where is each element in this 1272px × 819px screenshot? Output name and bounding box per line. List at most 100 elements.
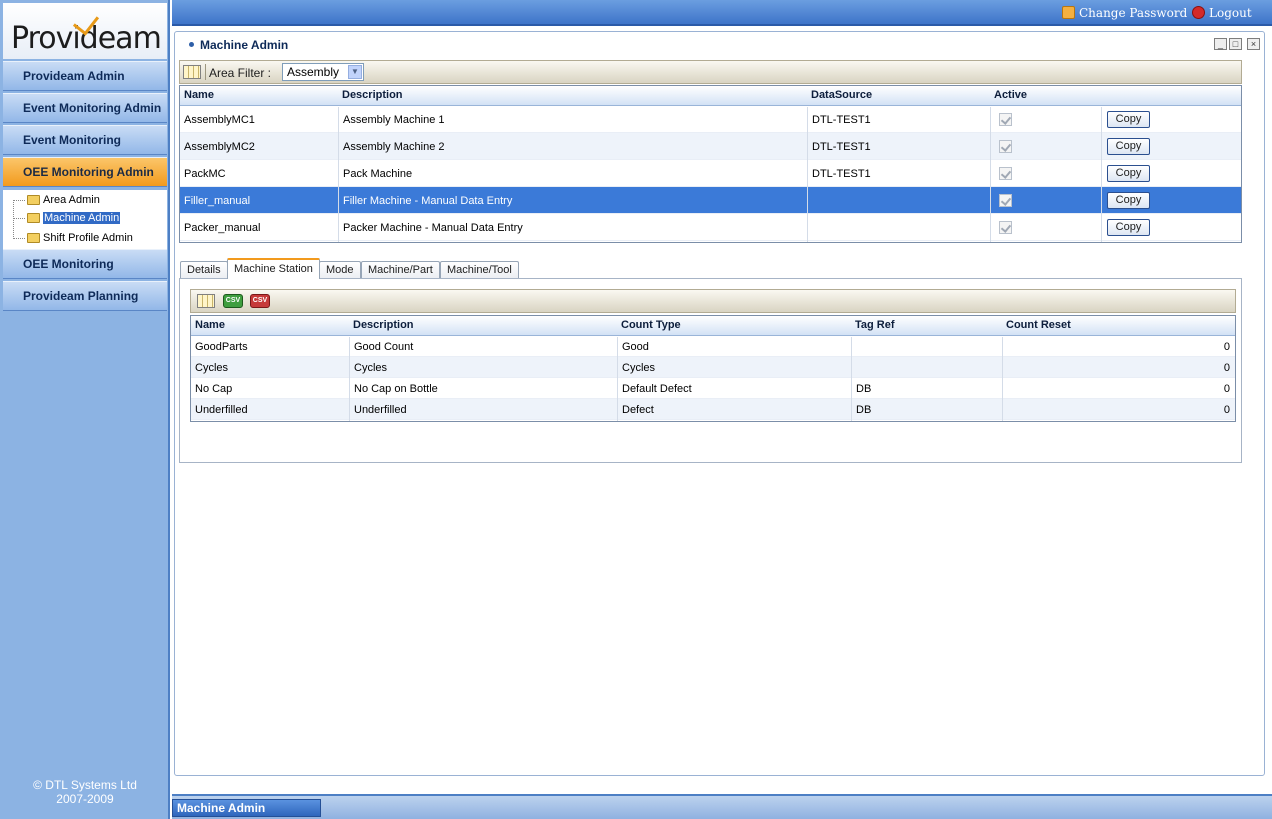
- copyright-line2: 2007-2009: [56, 792, 114, 806]
- power-icon: [1192, 6, 1205, 19]
- machine-description: Assembly Machine 2: [343, 141, 445, 153]
- close-button[interactable]: ×: [1247, 38, 1260, 50]
- tab-machine-station[interactable]: Machine Station: [227, 258, 320, 279]
- copy-button[interactable]: Copy: [1107, 165, 1150, 182]
- taskbar: Machine Admin: [172, 794, 1272, 819]
- tree-item-area-admin[interactable]: Area Admin: [13, 191, 100, 209]
- table-row[interactable]: No Cap No Cap on Bottle Default Defect D…: [191, 378, 1235, 399]
- station-tag-ref: DB: [856, 404, 872, 416]
- folder-icon: [27, 233, 40, 243]
- nav-event-monitoring[interactable]: Event Monitoring: [3, 125, 167, 155]
- col-name[interactable]: Name: [184, 89, 214, 101]
- station-count-type: Cycles: [622, 362, 656, 374]
- machine-datasource: DTL-TEST1: [812, 114, 871, 126]
- tab-machine-tool[interactable]: Machine/Tool: [440, 261, 519, 279]
- area-filter-value: Assembly: [287, 65, 340, 79]
- col-count-type[interactable]: Count Type: [621, 319, 681, 331]
- active-checkbox: [999, 167, 1012, 180]
- machine-table: Name Description DataSource Active Assem…: [179, 85, 1242, 243]
- sidebar: Provideam Provideam Admin Event Monitori…: [0, 0, 170, 819]
- grid-settings-icon[interactable]: [183, 65, 201, 79]
- copyright: © DTL Systems Ltd 2007-2009: [3, 778, 167, 806]
- station-name: Underfilled: [195, 404, 248, 416]
- folder-icon: [27, 195, 40, 205]
- maximize-button[interactable]: □: [1229, 38, 1242, 50]
- machine-name: AssemblyMC2: [184, 141, 255, 153]
- nav-provideam-admin[interactable]: Provideam Admin: [3, 61, 167, 91]
- grid-settings-icon[interactable]: [197, 294, 215, 308]
- station-count-reset: 0: [1223, 362, 1230, 374]
- station-description: No Cap on Bottle: [354, 383, 438, 395]
- folder-icon: [27, 213, 40, 223]
- tree-item-shift-profile-admin[interactable]: Shift Profile Admin: [13, 229, 133, 247]
- machine-datasource: DTL-TEST1: [812, 168, 871, 180]
- table-row[interactable]: GoodParts Good Count Good 0: [191, 336, 1235, 357]
- nav-oee-monitoring-admin[interactable]: OEE Monitoring Admin: [3, 157, 167, 187]
- area-filter-select[interactable]: Assembly ▼: [282, 63, 364, 81]
- station-table: Name Description Count Type Tag Ref Coun…: [190, 315, 1236, 422]
- taskbar-machine-admin-button[interactable]: Machine Admin: [172, 799, 321, 817]
- station-name: No Cap: [195, 383, 233, 395]
- station-name: Cycles: [195, 362, 229, 374]
- machine-name: PackMC: [184, 168, 226, 180]
- machine-toolbar: Area Filter : Assembly ▼: [179, 60, 1242, 84]
- nav-oee-monitoring[interactable]: OEE Monitoring: [3, 249, 167, 279]
- minimize-button[interactable]: _: [1214, 38, 1227, 50]
- table-row[interactable]: AssemblyMC2 Assembly Machine 2 DTL-TEST1…: [180, 133, 1241, 160]
- station-description: Cycles: [354, 362, 388, 374]
- logout-link[interactable]: Logout: [1192, 6, 1252, 20]
- csv-export-icon[interactable]: CSV: [250, 294, 270, 308]
- table-row[interactable]: Underfilled Underfilled Defect DB 0: [191, 399, 1235, 420]
- csv-import-icon[interactable]: CSV: [223, 294, 243, 308]
- tab-machine-part[interactable]: Machine/Part: [361, 261, 440, 279]
- station-tag-ref: DB: [856, 383, 872, 395]
- tab-details[interactable]: Details: [180, 261, 228, 279]
- change-password-label: Change Password: [1079, 6, 1188, 20]
- station-description: Underfilled: [354, 404, 407, 416]
- change-password-link[interactable]: Change Password: [1062, 6, 1187, 20]
- machine-name: Filler_manual: [184, 195, 251, 207]
- col-datasource[interactable]: DataSource: [811, 89, 872, 101]
- tab-mode[interactable]: Mode: [319, 261, 361, 279]
- table-row[interactable]: AssemblyMC1 Assembly Machine 1 DTL-TEST1…: [180, 106, 1241, 133]
- col-description[interactable]: Description: [342, 89, 403, 101]
- top-bar: Change Password Logout: [172, 0, 1272, 26]
- table-row-selected[interactable]: Filler_manual Filler Machine - Manual Da…: [180, 187, 1241, 214]
- machine-description: Pack Machine: [343, 168, 413, 180]
- window-title-text: Machine Admin: [200, 38, 289, 52]
- col-count-reset[interactable]: Count Reset: [1006, 319, 1071, 331]
- station-toolbar: CSV CSV: [190, 289, 1236, 313]
- admin-tree: Area Admin Machine Admin Shift Profile A…: [3, 190, 167, 252]
- logout-label: Logout: [1209, 6, 1252, 20]
- col-active[interactable]: Active: [994, 89, 1027, 101]
- table-row[interactable]: Cycles Cycles Cycles 0: [191, 357, 1235, 378]
- copy-button[interactable]: Copy: [1107, 111, 1150, 128]
- copy-button[interactable]: Copy: [1107, 138, 1150, 155]
- table-row[interactable]: Packer_manual Packer Machine - Manual Da…: [180, 214, 1241, 241]
- active-checkbox: [999, 221, 1012, 234]
- station-count-reset: 0: [1223, 341, 1230, 353]
- station-count-reset: 0: [1223, 383, 1230, 395]
- tree-item-machine-admin[interactable]: Machine Admin: [13, 209, 121, 227]
- bullet-icon: [189, 42, 194, 47]
- col-tag-ref[interactable]: Tag Ref: [855, 319, 895, 331]
- logo: Provideam: [3, 3, 167, 59]
- station-count-type: Defect: [622, 404, 654, 416]
- copy-button[interactable]: Copy: [1107, 219, 1150, 236]
- nav-event-monitoring-admin[interactable]: Event Monitoring Admin: [3, 93, 167, 123]
- tree-item-label: Area Admin: [43, 194, 100, 206]
- col-name[interactable]: Name: [195, 319, 225, 331]
- machine-table-header: Name Description DataSource Active: [180, 86, 1241, 106]
- col-description[interactable]: Description: [353, 319, 414, 331]
- table-row[interactable]: PackMC Pack Machine DTL-TEST1 Copy: [180, 160, 1241, 187]
- active-checkbox: [999, 113, 1012, 126]
- tree-item-label: Machine Admin: [43, 212, 121, 224]
- active-checkbox: [999, 140, 1012, 153]
- station-table-header: Name Description Count Type Tag Ref Coun…: [191, 316, 1235, 336]
- machine-name: Packer_manual: [184, 222, 261, 234]
- nav-provideam-planning[interactable]: Provideam Planning: [3, 281, 167, 311]
- station-count-reset: 0: [1223, 404, 1230, 416]
- copy-button[interactable]: Copy: [1107, 192, 1150, 209]
- active-checkbox: [999, 194, 1012, 207]
- window-title: Machine Admin: [189, 38, 288, 52]
